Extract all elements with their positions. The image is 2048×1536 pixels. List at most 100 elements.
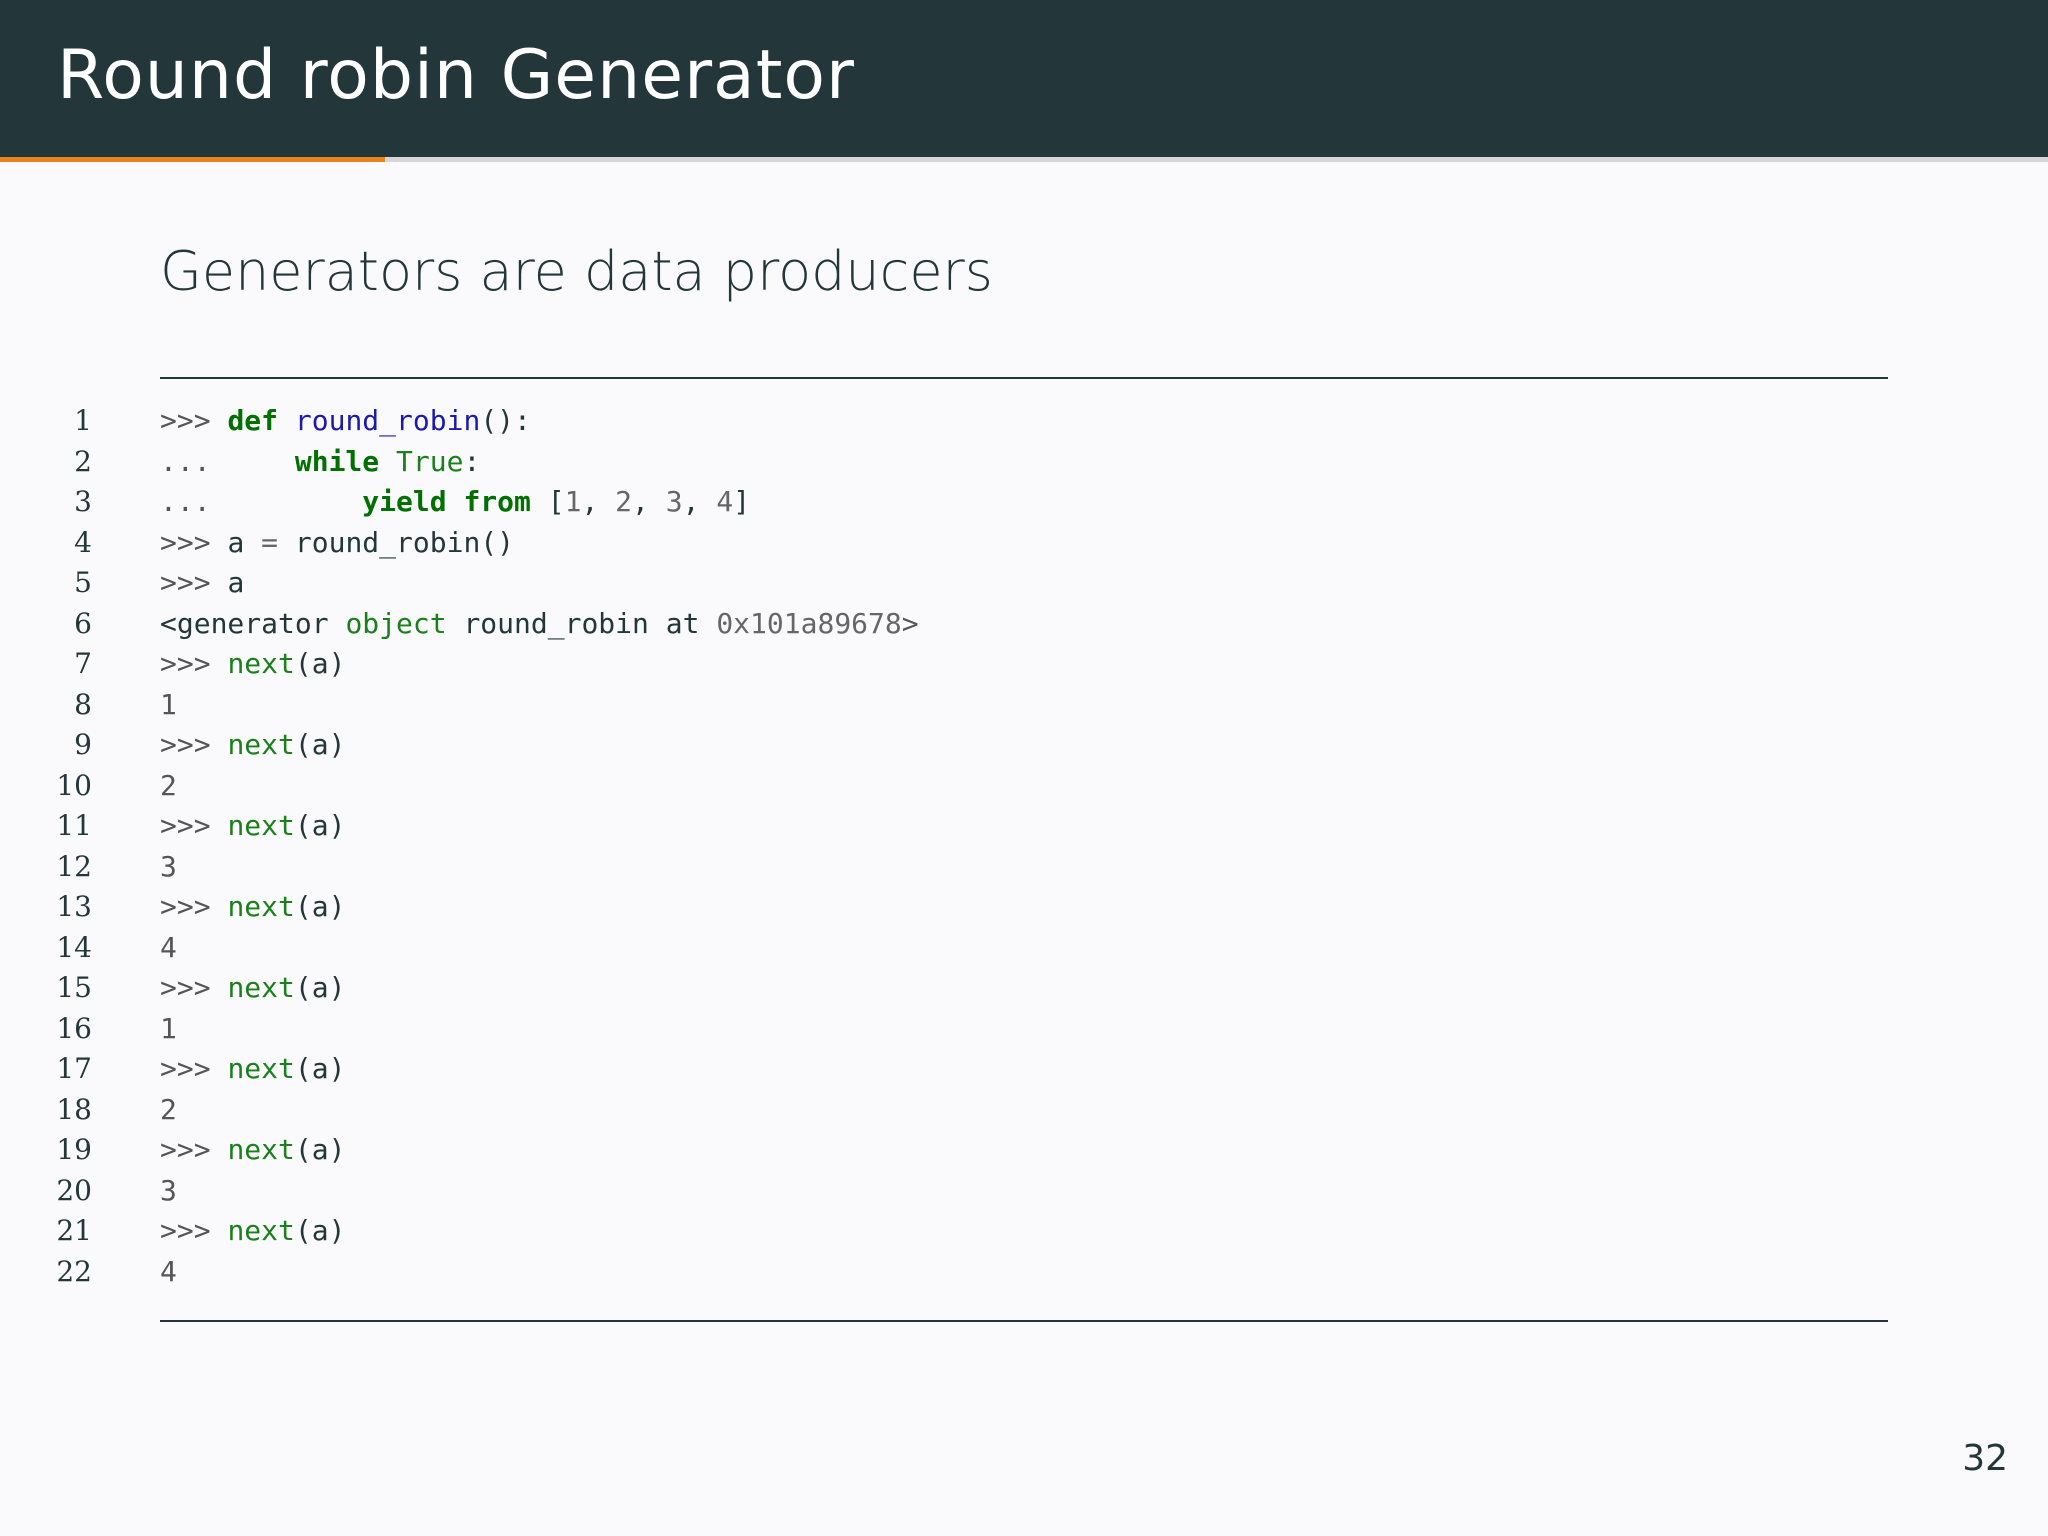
code-line: 12 3	[0, 848, 2048, 889]
code-line: 9 >>> next(a)	[0, 726, 2048, 767]
code-line: 19 >>> next(a)	[0, 1131, 2048, 1172]
code-text: 2	[160, 1093, 177, 1126]
line-number: 10	[56, 768, 92, 802]
code-token: round_robin	[294, 404, 481, 437]
line-number: 9	[74, 728, 92, 761]
code-token: next	[227, 647, 295, 680]
line-number: 2	[74, 444, 92, 478]
code-text: >>> next(a)	[160, 971, 345, 1004]
code-token: (a)	[294, 809, 346, 842]
code-token: next	[227, 971, 295, 1004]
line-number: 20	[56, 1173, 92, 1207]
code-token: 3	[665, 485, 683, 518]
page-number: 32	[1962, 1438, 2008, 1479]
code-block-bottom-rule	[160, 1320, 1888, 1322]
code-token: while	[294, 444, 380, 478]
code-token: 2	[615, 485, 633, 518]
line-number: 1	[74, 404, 92, 437]
code-token: >>>	[160, 1214, 228, 1247]
code-token: (a)	[294, 1214, 346, 1247]
code-line: 7 >>> next(a)	[0, 645, 2048, 686]
code-token: >>>	[160, 647, 228, 680]
section-heading: Generators are data producers	[160, 240, 993, 303]
code-block: 1 >>> def round_robin(): 2... while True: 3…	[0, 402, 2048, 1293]
code-token: [	[530, 485, 565, 518]
code-line: 3... yield from [1, 2, 3, 4]	[0, 483, 2048, 524]
code-token: (a)	[294, 890, 346, 923]
line-number: 19	[56, 1133, 92, 1166]
code-token: ...	[160, 485, 363, 518]
code-token: next	[227, 1214, 295, 1247]
code-token: 3	[160, 1173, 177, 1207]
code-line: 16 1	[0, 1010, 2048, 1051]
code-token: >>>	[160, 1052, 228, 1085]
code-text: >>> a = round_robin()	[160, 526, 514, 559]
code-token: next	[227, 1133, 295, 1166]
code-text: 2	[160, 769, 177, 802]
line-number: 22	[56, 1254, 92, 1288]
code-line: 13 >>> next(a)	[0, 888, 2048, 929]
code-token: object	[345, 606, 447, 640]
code-line: 18 2	[0, 1091, 2048, 1132]
line-number: 3	[74, 485, 92, 518]
code-token: ,	[581, 485, 616, 518]
code-text: ... while True:	[160, 445, 480, 478]
code-token: yield from	[362, 485, 531, 518]
code-token: >>>	[160, 890, 228, 923]
code-token: a	[227, 566, 245, 599]
code-line: 11 >>> next(a)	[0, 807, 2048, 848]
code-line: 1 >>> def round_robin():	[0, 402, 2048, 443]
code-token: >	[901, 606, 919, 640]
code-line: 4 >>> a = round_robin()	[0, 524, 2048, 565]
code-token: 1	[160, 687, 177, 721]
code-text: >>> next(a)	[160, 1214, 345, 1247]
code-token: 2	[160, 1092, 177, 1126]
code-token: ,	[632, 485, 666, 518]
code-token: >>>	[160, 404, 228, 437]
code-text: >>> next(a)	[160, 809, 345, 842]
code-line: 22 4	[0, 1253, 2048, 1294]
code-line: 81	[0, 686, 2048, 727]
code-text: >>> next(a)	[160, 647, 345, 680]
code-token: next	[227, 890, 295, 923]
line-number: 17	[56, 1052, 92, 1085]
code-token: True	[396, 444, 464, 478]
line-number: 18	[56, 1092, 92, 1126]
line-number: 13	[56, 890, 92, 923]
code-token: 4	[160, 1254, 177, 1288]
code-text: >>> next(a)	[160, 890, 345, 923]
code-token: 0x101a89678	[716, 606, 902, 640]
code-text: 3	[160, 850, 177, 883]
code-line: 5 >>> a	[0, 564, 2048, 605]
code-text: <generator object round_robin at 0x101a8…	[160, 607, 919, 640]
line-number: 8	[74, 687, 92, 721]
code-text: >>> next(a)	[160, 728, 345, 761]
code-token: >>>	[160, 566, 228, 599]
code-text: >>> a	[160, 566, 244, 599]
code-text: >>> next(a)	[160, 1052, 345, 1085]
code-token: ...	[160, 444, 295, 478]
code-token: 1	[564, 485, 582, 518]
line-number: 7	[74, 647, 92, 680]
line-number: 16	[56, 1011, 92, 1045]
code-token: >>>	[160, 525, 228, 559]
code-token: 4	[160, 930, 177, 964]
code-line: 20 3	[0, 1172, 2048, 1213]
line-number: 12	[56, 849, 92, 883]
code-token: ():	[480, 404, 531, 437]
code-token: a	[227, 525, 262, 559]
code-token: 4	[716, 485, 734, 518]
code-line: 17 >>> next(a)	[0, 1050, 2048, 1091]
code-token: next	[227, 809, 295, 842]
slide-title: Round robin Generator	[57, 36, 855, 115]
code-token: 1	[160, 1011, 177, 1045]
code-text: ... yield from [1, 2, 3, 4]	[160, 485, 750, 518]
code-token: >>>	[160, 971, 228, 1004]
code-line: 14 4	[0, 929, 2048, 970]
code-text: 4	[160, 1255, 177, 1288]
progress-bar-fill	[0, 157, 386, 162]
code-text: 1	[160, 1012, 177, 1045]
line-number: 6	[74, 606, 92, 640]
code-line: 10 2	[0, 767, 2048, 808]
